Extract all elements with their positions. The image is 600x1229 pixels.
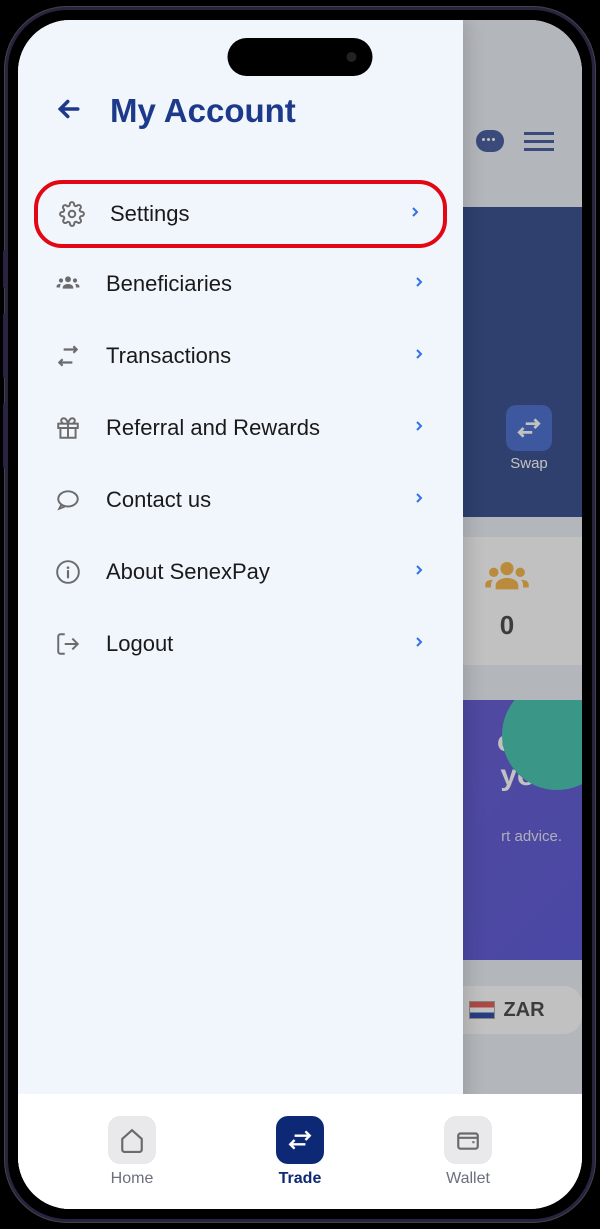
panel-header: My Account xyxy=(18,92,463,130)
menu-label: Settings xyxy=(110,201,383,227)
gear-icon xyxy=(58,200,86,228)
chat-bubble-icon xyxy=(54,486,82,514)
phone-frame: Swap 0 oto? you. rt advice. xyxy=(5,7,595,1222)
menu-label: Transactions xyxy=(106,343,387,369)
wallet-icon xyxy=(444,1116,492,1164)
panel-title: My Account xyxy=(110,92,296,130)
menu-item-contact[interactable]: Contact us xyxy=(18,464,463,536)
people-icon xyxy=(54,270,82,298)
nav-home[interactable]: Home xyxy=(108,1116,156,1188)
menu-item-about[interactable]: About SenexPay xyxy=(18,536,463,608)
nav-label: Trade xyxy=(279,1170,322,1188)
gift-icon xyxy=(54,414,82,442)
chevron-right-icon xyxy=(411,562,427,583)
menu-label: Beneficiaries xyxy=(106,271,387,297)
trade-icon xyxy=(276,1116,324,1164)
screen: Swap 0 oto? you. rt advice. xyxy=(18,20,582,1209)
menu-item-referral[interactable]: Referral and Rewards xyxy=(18,392,463,464)
home-icon xyxy=(108,1116,156,1164)
menu-item-logout[interactable]: Logout xyxy=(18,608,463,680)
menu-item-beneficiaries[interactable]: Beneficiaries xyxy=(18,248,463,320)
back-arrow-icon[interactable] xyxy=(54,94,84,129)
nav-wallet[interactable]: Wallet xyxy=(444,1116,492,1188)
nav-label: Wallet xyxy=(446,1170,490,1188)
chevron-right-icon xyxy=(407,204,423,225)
menu-label: Contact us xyxy=(106,487,387,513)
chevron-right-icon xyxy=(411,490,427,511)
chevron-right-icon xyxy=(411,346,427,367)
menu-label: Logout xyxy=(106,631,387,657)
nav-trade[interactable]: Trade xyxy=(276,1116,324,1188)
chevron-right-icon xyxy=(411,418,427,439)
menu-list: Settings Beneficiaries xyxy=(18,180,463,680)
notch xyxy=(228,38,373,76)
bottom-nav: Home Trade Wallet xyxy=(18,1094,582,1209)
transfer-icon xyxy=(54,342,82,370)
logout-icon xyxy=(54,630,82,658)
menu-item-settings[interactable]: Settings xyxy=(34,180,447,248)
nav-label: Home xyxy=(111,1170,154,1188)
chevron-right-icon xyxy=(411,634,427,655)
info-icon xyxy=(54,558,82,586)
menu-item-transactions[interactable]: Transactions xyxy=(18,320,463,392)
chevron-right-icon xyxy=(411,274,427,295)
menu-label: About SenexPay xyxy=(106,559,387,585)
menu-label: Referral and Rewards xyxy=(106,415,387,441)
account-panel: My Account Settings Beneficiarie xyxy=(18,20,463,1209)
